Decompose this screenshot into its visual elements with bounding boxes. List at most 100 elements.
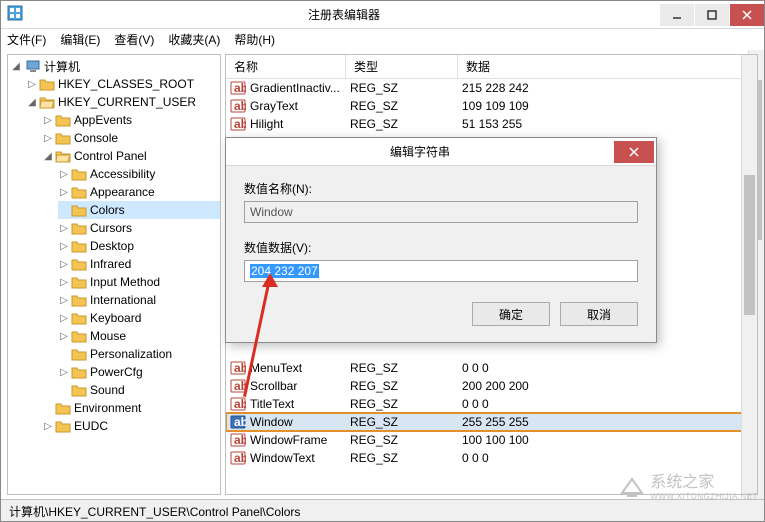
tree-console[interactable]: ▷Console [42,129,220,147]
expand-icon[interactable]: ▷ [58,295,70,306]
tree-colors[interactable]: Colors [58,201,220,219]
row-data: 255 255 255 [458,414,757,430]
tree-appevents[interactable]: ▷AppEvents [42,111,220,129]
tree-root-computer[interactable]: ◢ 计算机 [10,57,220,75]
expand-icon[interactable]: ▷ [42,133,54,144]
tree-powercfg[interactable]: ▷PowerCfg [58,363,220,381]
folder-icon [55,113,71,127]
tree-inputmethod[interactable]: ▷ Input Method [58,273,220,291]
expand-icon[interactable]: ▷ [58,169,70,180]
dialog-close-button[interactable] [614,141,654,163]
tree-pane[interactable]: ◢ 计算机 ▷ HKEY_CLASSES_ROOT ◢HKEY_CURRENT_U… [7,54,221,495]
folder-icon [71,383,87,397]
row-data: 0 0 0 [458,360,757,376]
tree-label: Infrared [90,257,131,271]
close-button[interactable] [730,4,764,26]
tree-personalization[interactable]: Personalization [58,345,220,363]
dialog-titlebar[interactable]: 编辑字符串 [226,138,656,166]
tree-environment[interactable]: Environment [42,399,220,417]
expand-icon[interactable]: ◢ [10,61,22,72]
expand-icon[interactable]: ▷ [58,187,70,198]
reg-string-icon: ab [230,450,246,466]
maximize-button[interactable] [695,4,729,26]
minimize-button[interactable] [660,4,694,26]
row-data: 51 153 255 [458,116,757,132]
cancel-button[interactable]: 取消 [560,302,638,326]
expand-icon[interactable]: ▷ [26,79,38,90]
list-row[interactable]: abTitleTextREG_SZ0 0 0 [226,395,757,413]
tree-sound[interactable]: Sound [58,381,220,399]
menu-edit[interactable]: 编辑(E) [60,31,100,48]
expand-icon[interactable]: ▷ [58,277,70,288]
menu-help[interactable]: 帮助(H) [234,31,275,48]
tree-label: Input Method [90,275,160,289]
col-header-type[interactable]: 类型 [346,55,458,78]
col-header-data[interactable]: 数据 [458,55,757,78]
value-data-field[interactable]: 204 232 207 [244,260,638,282]
folder-icon [71,329,87,343]
list-row[interactable]: abWindowTextREG_SZ0 0 0 [226,449,757,467]
list-row[interactable]: abGrayTextREG_SZ109 109 109 [226,97,757,115]
expand-icon[interactable]: ◢ [26,97,38,108]
folder-icon [71,347,87,361]
col-header-name[interactable]: 名称 [226,55,346,78]
expand-icon[interactable] [58,205,70,216]
tree-accessibility[interactable]: ▷ Accessibility [58,165,220,183]
expand-icon[interactable]: ▷ [58,331,70,342]
row-data: 0 0 0 [458,450,757,466]
tree-cursors[interactable]: ▷ Cursors [58,219,220,237]
tree-hkcr[interactable]: ▷ HKEY_CLASSES_ROOT [26,75,220,93]
list-row[interactable]: abMenuTextREG_SZ0 0 0 [226,359,757,377]
tree-desktop[interactable]: ▷Desktop [58,237,220,255]
expand-icon[interactable] [58,385,70,396]
tree-hkcu[interactable]: ◢HKEY_CURRENT_USER [26,93,220,111]
menu-file[interactable]: 文件(F) [7,31,46,48]
tree-international[interactable]: ▷International [58,291,220,309]
list-row[interactable]: abWindowREG_SZ255 255 255 [226,413,757,431]
row-name: GradientInactiv... [250,81,340,95]
svg-text:ab: ab [234,81,246,95]
svg-text:ab: ab [234,415,246,429]
tree-label: Cursors [90,221,132,235]
expand-icon[interactable]: ▷ [58,367,70,378]
list-row[interactable]: abHilightREG_SZ51 153 255 [226,115,757,133]
folder-icon [71,311,87,325]
expand-icon[interactable]: ▷ [58,259,70,270]
edit-string-dialog: 编辑字符串 数值名称(N): Window 数值数据(V): 204 232 2… [225,137,657,343]
expand-icon[interactable]: ▷ [58,241,70,252]
folder-icon [71,221,87,235]
row-name: WindowText [250,451,315,465]
expand-icon[interactable] [58,349,70,360]
list-row[interactable]: abWindowFrameREG_SZ100 100 100 [226,431,757,449]
tree-keyboard[interactable]: ▷Keyboard [58,309,220,327]
ok-button[interactable]: 确定 [472,302,550,326]
list-row[interactable]: abScrollbarREG_SZ200 200 200 [226,377,757,395]
row-type: REG_SZ [346,414,458,430]
folder-icon [71,293,87,307]
expand-icon[interactable]: ◢ [42,151,54,162]
value-name-label: 数值名称(N): [244,180,638,197]
row-name: Scrollbar [250,379,297,393]
list-row[interactable]: abGradientInactiv...REG_SZ215 228 242 [226,79,757,97]
folder-icon [55,131,71,145]
tree-infrared[interactable]: ▷ Infrared [58,255,220,273]
list-scrollbar[interactable] [741,55,757,494]
expand-icon[interactable]: ▷ [42,115,54,126]
computer-icon [25,58,41,74]
value-name-field[interactable]: Window [244,201,638,223]
tree-appearance[interactable]: ▷Appearance [58,183,220,201]
expand-icon[interactable]: ▷ [58,313,70,324]
menu-favorites[interactable]: 收藏夹(A) [168,31,220,48]
tree-label: Accessibility [90,167,155,181]
folder-icon [71,257,87,271]
expand-icon[interactable]: ▷ [42,421,54,432]
svg-text:ab: ab [234,451,246,465]
tree-controlpanel[interactable]: ◢Control Panel [42,147,220,165]
tree-eudc[interactable]: ▷EUDC [42,417,220,435]
expand-icon[interactable] [42,403,54,414]
menu-view[interactable]: 查看(V) [114,31,154,48]
expand-icon[interactable]: ▷ [58,223,70,234]
tree-label: HKEY_CLASSES_ROOT [58,77,194,91]
folder-icon [55,419,71,433]
tree-mouse[interactable]: ▷Mouse [58,327,220,345]
